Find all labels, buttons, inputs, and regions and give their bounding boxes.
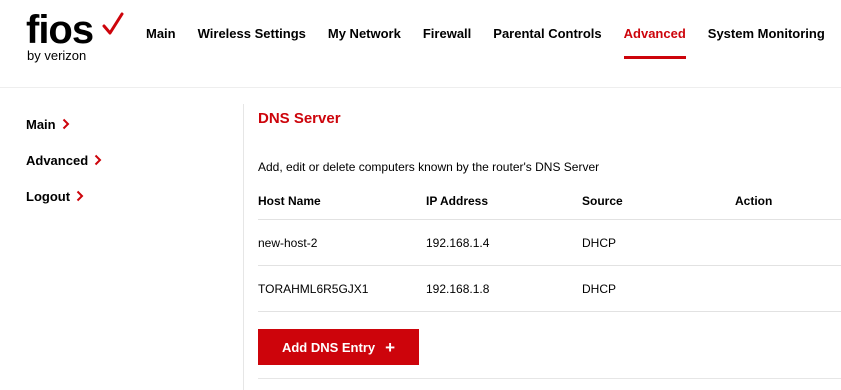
logo-subtitle: by verizon (27, 48, 87, 63)
nav-system-monitoring[interactable]: System Monitoring (708, 24, 825, 44)
header-ip-address: IP Address (426, 193, 489, 208)
chevron-right-icon (62, 118, 70, 130)
sidebar-item-main[interactable]: Main (26, 114, 226, 134)
header-action: Action (735, 193, 773, 208)
header-source: Source (582, 193, 623, 208)
nav-my-network[interactable]: My Network (328, 24, 401, 44)
content-divider (243, 104, 244, 390)
cell-source: DHCP (582, 281, 617, 296)
bottom-divider (258, 378, 841, 379)
cell-host-name: new-host-2 (258, 235, 318, 250)
sidebar-item-label: Main (26, 116, 56, 132)
fios-logo[interactable]: fios by verizon (26, 8, 126, 68)
main-nav: Main Wireless Settings My Network Firewa… (146, 24, 825, 59)
chevron-right-icon (94, 154, 102, 166)
checkmark-icon (102, 12, 124, 35)
sidebar: Main Advanced Logout (26, 114, 226, 222)
table-header: Host Name IP Address Source Action (258, 190, 841, 220)
table-row[interactable]: TORAHML6R5GJX1 192.168.1.8 DHCP (258, 266, 841, 312)
add-dns-entry-button[interactable]: Add DNS Entry + (258, 329, 419, 365)
table-row[interactable]: new-host-2 192.168.1.4 DHCP (258, 220, 841, 266)
nav-main[interactable]: Main (146, 24, 176, 44)
add-dns-entry-label: Add DNS Entry (281, 339, 376, 355)
page-title: DNS Server (258, 110, 341, 127)
nav-advanced[interactable]: Advanced (623, 24, 686, 59)
nav-wireless-settings[interactable]: Wireless Settings (198, 24, 306, 44)
header-host-name: Host Name (258, 193, 321, 208)
top-header: fios by verizon Main Wireless Settings M… (0, 0, 841, 88)
nav-parental-controls[interactable]: Parental Controls (493, 24, 601, 44)
nav-firewall[interactable]: Firewall (423, 24, 471, 44)
cell-source: DHCP (582, 235, 617, 250)
sidebar-item-label: Advanced (26, 152, 89, 168)
dns-table: Host Name IP Address Source Action new-h… (258, 190, 841, 312)
page-description: Add, edit or delete computers known by t… (258, 160, 600, 174)
chevron-right-icon (76, 190, 84, 202)
sidebar-item-label: Logout (26, 188, 71, 204)
sidebar-item-advanced[interactable]: Advanced (26, 150, 226, 170)
cell-host-name: TORAHML6R5GJX1 (258, 281, 369, 296)
main-content: DNS Server Add, edit or delete computers… (258, 108, 841, 379)
sidebar-item-logout[interactable]: Logout (26, 186, 226, 206)
logo-wordmark: fios (26, 8, 94, 52)
plus-icon: + (385, 337, 396, 357)
cell-ip-address: 192.168.1.4 (426, 235, 490, 250)
cell-ip-address: 192.168.1.8 (426, 281, 490, 296)
